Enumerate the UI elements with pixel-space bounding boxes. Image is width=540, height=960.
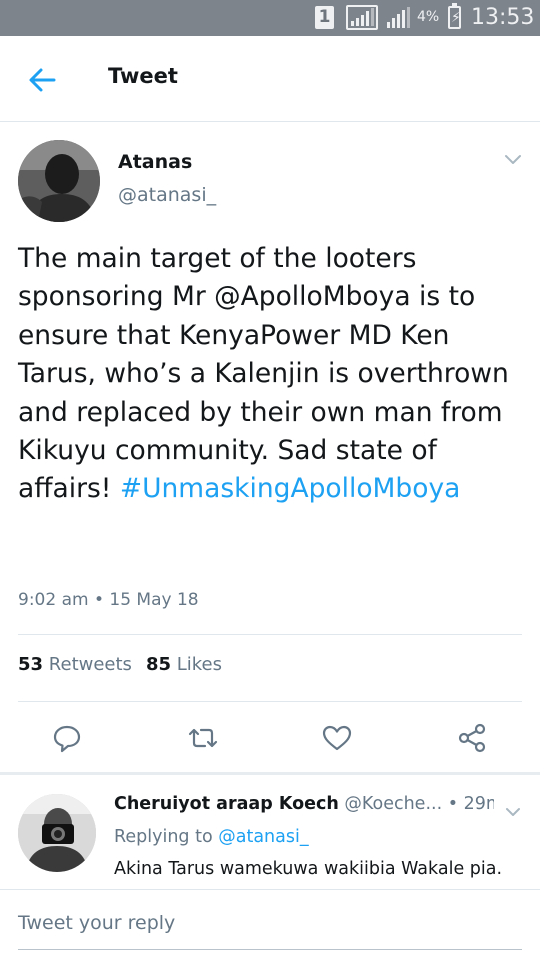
tweet-body: The main target of the looters sponsorin… bbox=[18, 243, 509, 505]
battery-charging-icon: ⚡ bbox=[448, 3, 461, 29]
clock: 13:53 bbox=[471, 5, 535, 30]
share-icon[interactable] bbox=[455, 721, 489, 755]
replying-to: Replying to @atanasi_ bbox=[114, 827, 309, 847]
arrow-left-icon[interactable] bbox=[24, 62, 60, 98]
section-divider bbox=[0, 772, 540, 775]
hashtag-link[interactable]: #UnmaskingApolloMboya bbox=[120, 473, 461, 504]
divider bbox=[18, 701, 522, 702]
likes-label: Likes bbox=[176, 654, 222, 675]
reply-header: Cheruiyot araap Koech @Koeche... • 29m bbox=[114, 794, 494, 814]
divider bbox=[0, 889, 540, 890]
status-bar: 1 4% ⚡ 13:53 bbox=[0, 0, 540, 36]
divider bbox=[18, 634, 522, 635]
page-title: Tweet bbox=[108, 64, 178, 88]
chevron-down-icon[interactable] bbox=[504, 152, 522, 166]
retweets-stat[interactable]: 53 Retweets bbox=[18, 654, 132, 675]
signal-strength-icon bbox=[346, 5, 378, 30]
retweet-icon[interactable] bbox=[186, 721, 220, 755]
reply-avatar[interactable] bbox=[18, 794, 96, 872]
battery-percent: 4% bbox=[417, 9, 440, 25]
tweet-timestamp: 9:02 am • 15 May 18 bbox=[18, 590, 199, 610]
tweet-stats: 53 Retweets 85 Likes bbox=[18, 654, 222, 675]
reply-text: Akina Tarus wamekuwa wakiibia Wakale pia… bbox=[114, 859, 503, 879]
reply-icon[interactable] bbox=[50, 721, 84, 755]
top-bar: Tweet bbox=[0, 36, 540, 122]
author-name[interactable]: Atanas bbox=[118, 151, 192, 173]
author-handle[interactable]: @atanasi_ bbox=[118, 184, 216, 206]
reply-author-name[interactable]: Cheruiyot araap Koech bbox=[114, 794, 339, 814]
sim-indicator: 1 bbox=[315, 6, 334, 29]
likes-count: 85 bbox=[145, 654, 171, 675]
replying-to-label: Replying to bbox=[114, 827, 213, 847]
reply-author-handle[interactable]: @Koeche... bbox=[344, 794, 442, 814]
tweet-text: The main target of the looters sponsorin… bbox=[18, 240, 523, 509]
signal-bars-icon bbox=[386, 7, 412, 29]
retweets-count: 53 bbox=[18, 654, 44, 675]
chevron-down-icon[interactable] bbox=[505, 803, 521, 816]
reply-input[interactable]: Tweet your reply bbox=[18, 912, 522, 934]
reply-time: • 29m bbox=[447, 794, 494, 814]
like-icon[interactable] bbox=[320, 721, 354, 755]
reply-input-underline bbox=[18, 949, 522, 950]
likes-stat[interactable]: 85 Likes bbox=[146, 654, 222, 675]
retweets-label: Retweets bbox=[48, 654, 132, 675]
avatar[interactable] bbox=[18, 140, 100, 222]
replying-to-handle[interactable]: @atanasi_ bbox=[218, 827, 308, 847]
